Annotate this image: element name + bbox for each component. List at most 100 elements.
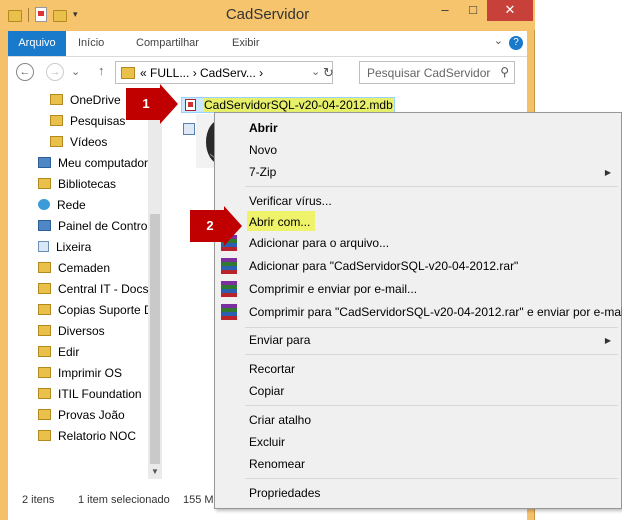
ribbon: Arquivo Início Compartilhar Exibir ⌄ ? bbox=[8, 31, 527, 57]
selection-status: 1 item selecionado bbox=[78, 494, 170, 506]
tab-compartilhar[interactable]: Compartilhar bbox=[136, 31, 199, 56]
shortcut-file-icon[interactable] bbox=[183, 123, 195, 135]
nav-item-edir[interactable]: Edir bbox=[38, 342, 79, 363]
navigation-pane: OneDrive Pesquisas Vídeos Meu computador… bbox=[8, 89, 148, 479]
nav-item-rede[interactable]: Rede bbox=[38, 195, 86, 216]
search-input[interactable]: Pesquisar CadServidor ⚲ bbox=[359, 61, 515, 84]
menu-item-adicionar-rar[interactable]: Adicionar para "CadServidorSQL-v20-04-20… bbox=[249, 256, 518, 276]
nav-item-itil[interactable]: ITIL Foundation bbox=[38, 384, 142, 405]
menu-item-comprimir-email[interactable]: Comprimir e enviar por e-mail... bbox=[249, 279, 417, 299]
nav-item-copias[interactable]: Copias Suporte D bbox=[38, 300, 148, 321]
winrar-icon bbox=[221, 304, 237, 320]
step-number: 2 bbox=[206, 218, 214, 233]
step-badge-1: 1 bbox=[126, 84, 178, 124]
winrar-icon bbox=[221, 281, 237, 297]
menu-divider bbox=[245, 478, 618, 479]
nav-item-provas[interactable]: Provas João bbox=[38, 405, 125, 426]
nav-scrollbar[interactable]: ▲ ▼ bbox=[148, 89, 162, 479]
folder-icon bbox=[121, 67, 135, 79]
tab-inicio[interactable]: Início bbox=[78, 31, 104, 56]
menu-item-adicionar-arquivo[interactable]: Adicionar para o arquivo... bbox=[249, 233, 389, 253]
menu-item-novo[interactable]: Novo bbox=[249, 140, 277, 160]
file-item-selected[interactable]: CadServidorSQL-v20-04-2012.mdb bbox=[181, 97, 395, 113]
folder-icon bbox=[38, 325, 51, 336]
menu-item-excluir[interactable]: Excluir bbox=[249, 432, 285, 452]
submenu-arrow-icon: ▶ bbox=[604, 168, 611, 177]
context-menu: Abrir Novo 7-Zip ▶ Verificar vírus... Ab… bbox=[214, 112, 622, 509]
step-badge-2: 2 bbox=[190, 206, 242, 246]
nav-item-cemaden[interactable]: Cemaden bbox=[38, 258, 110, 279]
folder-icon bbox=[38, 283, 51, 294]
address-path: « FULL... › CadServ... › bbox=[140, 66, 264, 80]
nav-item-lixeira[interactable]: Lixeira bbox=[38, 237, 91, 258]
nav-item-meu-computador[interactable]: Meu computador bbox=[38, 153, 148, 174]
nav-item-onedrive[interactable]: OneDrive bbox=[50, 90, 121, 111]
tab-arquivo[interactable]: Arquivo bbox=[8, 31, 66, 56]
back-button[interactable]: ← bbox=[16, 63, 34, 81]
scrollbar-thumb[interactable] bbox=[150, 214, 160, 464]
menu-item-7zip[interactable]: 7-Zip bbox=[249, 162, 276, 182]
menu-divider bbox=[245, 354, 618, 355]
folder-icon bbox=[38, 346, 51, 357]
nav-item-pesquisas[interactable]: Pesquisas bbox=[50, 111, 125, 132]
menu-item-abrir-com[interactable]: Abrir com... bbox=[249, 212, 310, 232]
recycle-bin-icon bbox=[38, 241, 49, 252]
folder-icon bbox=[38, 262, 51, 273]
forward-button[interactable]: → bbox=[46, 63, 64, 81]
nav-item-diversos[interactable]: Diversos bbox=[38, 321, 105, 342]
computer-icon bbox=[38, 157, 51, 168]
address-bar-row: ← → ⌄ ↑ « FULL... › CadServ... › ⌄ ↻ Pes… bbox=[8, 57, 527, 89]
refresh-icon[interactable]: ↻ bbox=[323, 65, 334, 81]
menu-item-abrir[interactable]: Abrir bbox=[249, 118, 278, 138]
menu-item-recortar[interactable]: Recortar bbox=[249, 359, 295, 379]
nav-item-painel[interactable]: Painel de Controle bbox=[38, 216, 148, 237]
folder-icon bbox=[50, 115, 63, 126]
nav-item-central-it[interactable]: Central IT - Docs bbox=[38, 279, 148, 300]
help-icon[interactable]: ? bbox=[509, 36, 523, 50]
menu-divider bbox=[245, 186, 618, 187]
folder-icon bbox=[38, 304, 51, 315]
address-dropdown-icon[interactable]: ⌄ bbox=[311, 65, 320, 78]
file-name: CadServidorSQL-v20-04-2012.mdb bbox=[204, 98, 393, 112]
close-button[interactable]: ✕ bbox=[487, 0, 533, 21]
nav-item-bibliotecas[interactable]: Bibliotecas bbox=[38, 174, 116, 195]
expand-ribbon-icon[interactable]: ⌄ bbox=[494, 34, 503, 47]
menu-item-verificar-virus[interactable]: Verificar vírus... bbox=[249, 191, 332, 211]
item-count: 2 itens bbox=[22, 494, 55, 506]
nav-item-imprimir-os[interactable]: Imprimir OS bbox=[38, 363, 122, 384]
maximize-button[interactable]: □ bbox=[459, 0, 487, 21]
scroll-down-icon[interactable]: ▼ bbox=[151, 467, 159, 476]
menu-divider bbox=[245, 327, 618, 328]
winrar-icon bbox=[221, 258, 237, 274]
folder-icon bbox=[38, 388, 51, 399]
control-panel-icon bbox=[38, 220, 51, 231]
search-placeholder: Pesquisar CadServidor bbox=[367, 66, 491, 80]
up-button[interactable]: ↑ bbox=[98, 63, 105, 78]
nav-item-videos[interactable]: Vídeos bbox=[50, 132, 107, 153]
submenu-arrow-icon: ▶ bbox=[604, 336, 611, 345]
network-icon bbox=[38, 199, 50, 210]
folder-icon bbox=[50, 136, 63, 147]
menu-item-criar-atalho[interactable]: Criar atalho bbox=[249, 410, 311, 430]
access-db-icon bbox=[185, 99, 196, 111]
search-icon[interactable]: ⚲ bbox=[500, 65, 509, 79]
recent-locations-icon[interactable]: ⌄ bbox=[71, 65, 80, 78]
tab-exibir[interactable]: Exibir bbox=[232, 31, 260, 56]
address-field[interactable]: « FULL... › CadServ... › bbox=[115, 61, 333, 84]
menu-item-copiar[interactable]: Copiar bbox=[249, 381, 284, 401]
menu-item-enviar-para[interactable]: Enviar para bbox=[249, 330, 310, 350]
menu-item-renomear[interactable]: Renomear bbox=[249, 454, 305, 474]
library-icon bbox=[38, 178, 51, 189]
folder-icon bbox=[50, 94, 63, 105]
step-number: 1 bbox=[142, 96, 150, 111]
folder-icon bbox=[38, 409, 51, 420]
nav-item-relatorio-noc[interactable]: Relatorio NOC bbox=[38, 426, 136, 447]
menu-item-propriedades[interactable]: Propriedades bbox=[249, 483, 320, 503]
minimize-button[interactable]: – bbox=[431, 0, 459, 21]
title-bar: ▾ CadServidor – □ ✕ bbox=[0, 0, 535, 30]
folder-icon bbox=[38, 430, 51, 441]
menu-item-comprimir-rar-email[interactable]: Comprimir para "CadServidorSQL-v20-04-20… bbox=[249, 302, 622, 322]
selection-size: 155 M bbox=[183, 494, 214, 506]
window-controls: – □ ✕ bbox=[431, 0, 533, 21]
menu-divider bbox=[245, 405, 618, 406]
